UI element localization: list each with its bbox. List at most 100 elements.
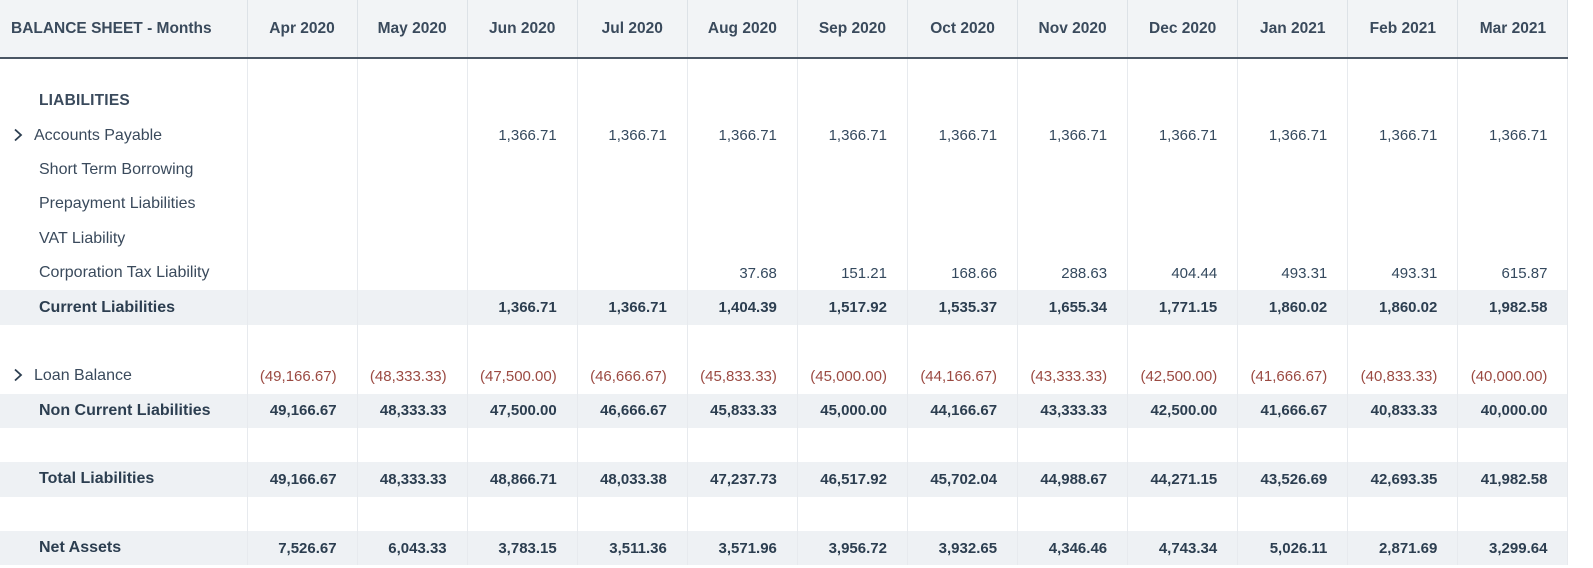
- row-label-text: VAT Liability: [39, 229, 126, 247]
- value-cell: [247, 290, 358, 325]
- value-cell: [247, 118, 358, 153]
- row-label: Total Liabilities: [0, 462, 248, 497]
- row-label[interactable]: Loan Balance: [0, 359, 248, 394]
- spacer-row: [0, 496, 1569, 532]
- value-cell: 1,366.71: [1347, 118, 1459, 153]
- row-label-text: Total Liabilities: [39, 470, 155, 488]
- value-cell: 1,517.92: [797, 290, 908, 325]
- row-prepayment-liabilities: Prepayment Liabilities: [0, 187, 1569, 222]
- month-header[interactable]: Oct 2020: [907, 0, 1019, 59]
- value-cell: 4,346.46: [1017, 531, 1129, 566]
- month-header[interactable]: Apr 2020: [247, 0, 358, 59]
- value-cell: 493.31: [1347, 255, 1459, 291]
- value-cell: (47,500.00): [467, 359, 578, 394]
- row-accounts-payable[interactable]: Accounts Payable 1,366.71 1,366.71 1,366.71…: [0, 118, 1569, 153]
- value-cell: [247, 187, 358, 222]
- chevron-right-icon[interactable]: [12, 367, 34, 385]
- value-cell: 1,366.71: [1017, 118, 1129, 153]
- month-header[interactable]: Feb 2021: [1347, 0, 1459, 59]
- value-cell: 404.44: [1127, 255, 1239, 291]
- value-cell: 1,366.71: [467, 290, 578, 325]
- value-cell: (45,833.33): [687, 359, 798, 394]
- value-cell: [247, 255, 358, 291]
- value-cell: [357, 221, 468, 256]
- section-heading-liabilities: LIABILITIES: [0, 84, 248, 119]
- month-header[interactable]: Jan 2021: [1237, 0, 1349, 59]
- spacer-row: [0, 324, 1569, 360]
- value-cell: 47,500.00: [467, 393, 578, 428]
- value-cell: [1457, 152, 1569, 188]
- value-cell: [1237, 152, 1349, 188]
- value-cell: (45,000.00): [797, 359, 908, 394]
- section-row: LIABILITIES: [0, 84, 1569, 119]
- value-cell: 3,299.64: [1457, 531, 1569, 566]
- value-cell: (42,500.00): [1127, 359, 1239, 394]
- value-cell: [907, 187, 1019, 222]
- value-cell: 48,866.71: [467, 462, 578, 497]
- month-header[interactable]: Jun 2020: [467, 0, 578, 59]
- value-cell: [467, 221, 578, 256]
- value-cell: [1347, 221, 1459, 256]
- value-cell: (40,833.33): [1347, 359, 1459, 394]
- value-cell: 48,333.33: [357, 462, 468, 497]
- value-cell: 1,366.71: [577, 290, 688, 325]
- month-header[interactable]: May 2020: [357, 0, 468, 59]
- value-cell: 168.66: [907, 255, 1019, 291]
- row-label: Short Term Borrowing: [0, 152, 248, 188]
- value-cell: 1,366.71: [907, 118, 1019, 153]
- value-cell: 3,571.96: [687, 531, 798, 566]
- month-header[interactable]: Mar 2021: [1457, 0, 1569, 59]
- value-cell: [797, 221, 908, 256]
- value-cell: 4,743.34: [1127, 531, 1239, 566]
- row-label-text: Loan Balance: [34, 367, 132, 385]
- value-cell: [1347, 187, 1459, 222]
- value-cell: 493.31: [1237, 255, 1349, 291]
- value-cell: 1,366.71: [577, 118, 688, 153]
- value-cell: 615.87: [1457, 255, 1569, 291]
- month-header[interactable]: Dec 2020: [1127, 0, 1239, 59]
- value-cell: 7,526.67: [247, 531, 358, 566]
- row-label: Non Current Liabilities: [0, 393, 248, 428]
- value-cell: 1,535.37: [907, 290, 1019, 325]
- value-cell: 3,511.36: [577, 531, 688, 566]
- value-cell: 42,693.35: [1347, 462, 1459, 497]
- row-label: Corporation Tax Liability: [0, 255, 248, 291]
- month-header[interactable]: Jul 2020: [577, 0, 688, 59]
- value-cell: 1,366.71: [1237, 118, 1349, 153]
- row-vat-liability: VAT Liability: [0, 221, 1569, 256]
- value-cell: 45,833.33: [687, 393, 798, 428]
- row-label-text: Prepayment Liabilities: [39, 195, 196, 213]
- value-cell: 46,517.92: [797, 462, 908, 497]
- spacer-row: [0, 58, 1569, 84]
- value-cell: [577, 187, 688, 222]
- value-cell: 41,666.67: [1237, 393, 1349, 428]
- month-header[interactable]: Sep 2020: [797, 0, 908, 59]
- row-label-text: Non Current Liabilities: [39, 401, 211, 419]
- header-row: BALANCE SHEET - Months Apr 2020 May 2020…: [0, 0, 1569, 59]
- value-cell: [907, 152, 1019, 188]
- month-header[interactable]: Aug 2020: [687, 0, 798, 59]
- chevron-right-icon[interactable]: [12, 127, 34, 145]
- value-cell: [1127, 221, 1239, 256]
- value-cell: [247, 152, 358, 188]
- value-cell: 3,932.65: [907, 531, 1019, 566]
- row-label[interactable]: Accounts Payable: [0, 118, 248, 153]
- value-cell: (41,666.67): [1237, 359, 1349, 394]
- value-cell: [577, 255, 688, 291]
- value-cell: 40,833.33: [1347, 393, 1459, 428]
- value-cell: 3,956.72: [797, 531, 908, 566]
- row-loan-balance[interactable]: Loan Balance (49,166.67) (48,333.33) (47,50…: [0, 359, 1569, 394]
- value-cell: [467, 255, 578, 291]
- value-cell: [797, 187, 908, 222]
- value-cell: 1,982.58: [1457, 290, 1569, 325]
- value-cell: 1,860.02: [1237, 290, 1349, 325]
- value-cell: 151.21: [797, 255, 908, 291]
- value-cell: 43,333.33: [1017, 393, 1129, 428]
- value-cell: [1017, 221, 1129, 256]
- row-label-text: Short Term Borrowing: [39, 160, 194, 178]
- month-header[interactable]: Nov 2020: [1017, 0, 1129, 59]
- value-cell: 45,702.04: [907, 462, 1019, 497]
- value-cell: 1,655.34: [1017, 290, 1129, 325]
- value-cell: (40,000.00): [1457, 359, 1569, 394]
- balance-sheet-table: BALANCE SHEET - Months Apr 2020 May 2020…: [0, 0, 1569, 566]
